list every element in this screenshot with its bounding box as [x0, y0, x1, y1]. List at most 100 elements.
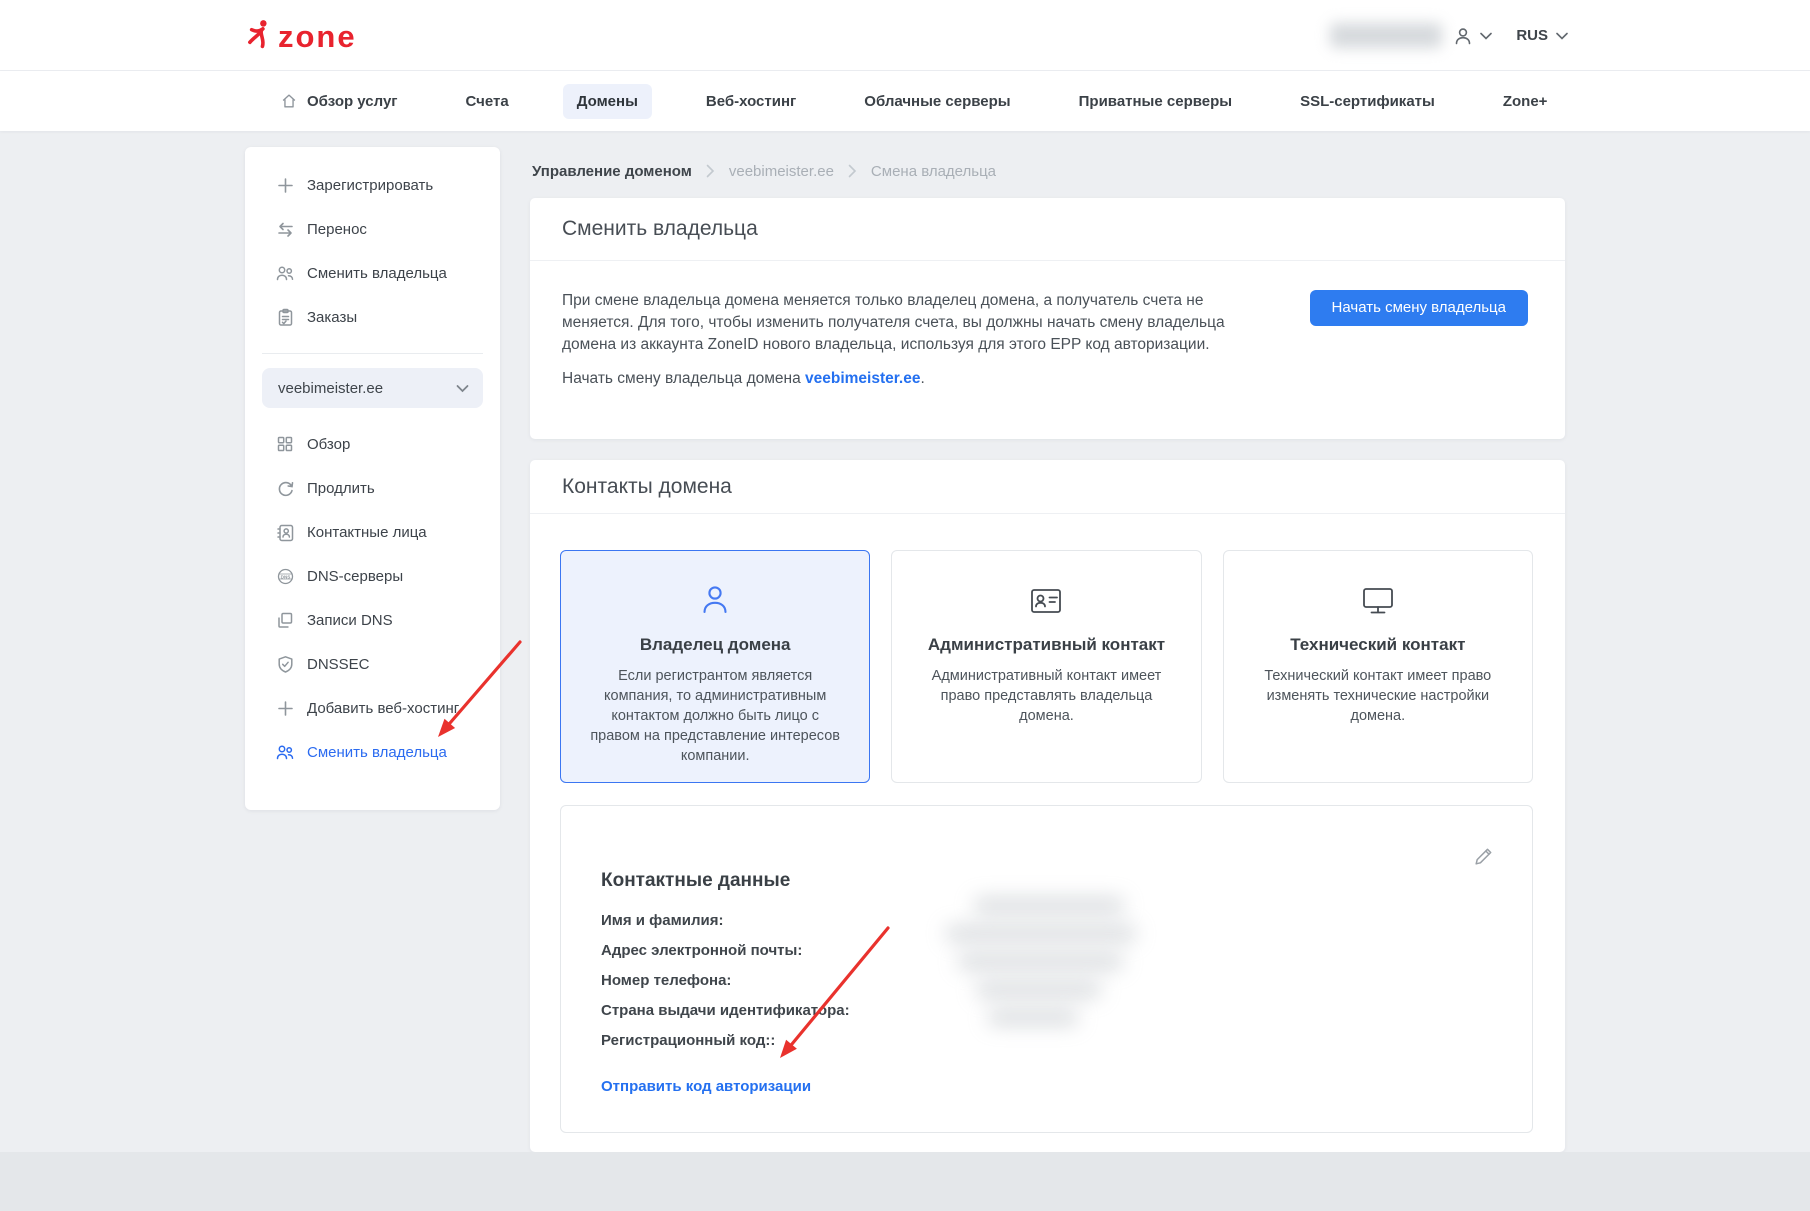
clipboard-icon [274, 307, 296, 328]
domain-selector[interactable]: veebimeister.ee [262, 368, 483, 408]
renew-icon [274, 478, 296, 499]
nav-web-hosting[interactable]: Веб-хостинг [692, 84, 810, 119]
contact-type-description: Технический контакт имеет право изменять… [1248, 666, 1508, 726]
shield-check-icon [274, 654, 296, 675]
sidebar-item-label: Контактные лица [307, 524, 427, 541]
contact-type-admin[interactable]: Административный контакт Административны… [891, 550, 1201, 783]
zone-logo[interactable]: zone [244, 0, 357, 71]
sidebar-item-label: Сменить владельца [307, 744, 447, 761]
people-icon [274, 262, 296, 284]
dns-globe-icon: DNS [274, 566, 296, 587]
sidebar-item-dns-records[interactable]: Записи DNS [245, 598, 500, 642]
plus-icon [274, 175, 296, 196]
contact-details-title: Контактные данные [601, 870, 1492, 892]
language-label: RUS [1516, 27, 1548, 44]
plus-icon [274, 698, 296, 719]
nav-label: Домены [577, 93, 638, 110]
sidebar-divider [262, 353, 483, 354]
contact-type-title: Технический контакт [1290, 635, 1465, 655]
sidebar-item-label: DNS-серверы [307, 568, 403, 585]
home-icon [280, 92, 298, 110]
sidebar-item-renew[interactable]: Продлить [245, 466, 500, 510]
blurred-value [976, 982, 1101, 997]
sidebar-item-label: Записи DNS [307, 612, 393, 629]
nav-label: Веб-хостинг [706, 93, 796, 110]
nav-zone-plus[interactable]: Zone+ [1489, 84, 1562, 119]
contact-type-tech[interactable]: Технический контакт Технический контакт … [1223, 550, 1533, 783]
nav-label: Счета [466, 93, 509, 110]
nav-label: Облачные серверы [864, 93, 1010, 110]
chevron-right-icon [706, 164, 715, 178]
contact-type-title: Административный контакт [928, 635, 1165, 655]
nav-label: Zone+ [1503, 93, 1548, 110]
sidebar-item-label: Заказы [307, 309, 357, 326]
selected-domain: veebimeister.ee [278, 380, 383, 397]
breadcrumb-change-owner: Смена владельца [871, 163, 996, 180]
copy-icon [274, 610, 296, 630]
page-bottom-strip [0, 1152, 1810, 1211]
language-switcher[interactable]: RUS [1516, 27, 1568, 44]
account-name-blurred [1330, 23, 1442, 48]
change-owner-card: Сменить владельца При смене владельца до… [530, 198, 1565, 439]
domain-link[interactable]: veebimeister.ee [805, 370, 920, 387]
change-owner-body: При смене владельца домена меняется толь… [530, 261, 1565, 388]
logo-wordmark: zone [278, 21, 357, 52]
main-navigation: Обзор услуг Счета Домены Веб-хостинг Обл… [0, 71, 1810, 131]
card-title: Сменить владельца [530, 198, 1565, 261]
monitor-icon [1359, 581, 1397, 621]
sidebar-item-dns-servers[interactable]: DNS DNS-серверы [245, 554, 500, 598]
send-auth-code-link[interactable]: Отправить код авторизации [601, 1078, 811, 1095]
main-content: Управление доменом veebimeister.ee Смена… [530, 131, 1565, 1152]
sidebar-item-label: Зарегистрировать [307, 177, 433, 194]
chevron-down-icon [1480, 32, 1492, 40]
top-header: zone RUS [0, 0, 1810, 71]
nav-services-overview[interactable]: Обзор услуг [266, 83, 412, 119]
account-menu[interactable] [1452, 25, 1492, 47]
person-icon [1452, 25, 1474, 47]
sidebar-item-change-owner[interactable]: Сменить владельца [245, 730, 500, 774]
nav-private-servers[interactable]: Приватные серверы [1065, 84, 1246, 119]
nav-ssl-certificates[interactable]: SSL-сертификаты [1286, 84, 1449, 119]
svg-text:DNS: DNS [280, 574, 290, 579]
breadcrumb: Управление доменом veebimeister.ee Смена… [532, 158, 1565, 184]
blurred-value [988, 1010, 1078, 1025]
domain-sidebar: Зарегистрировать Перенос Сменить владель… [245, 147, 500, 810]
sidebar-item-label: Продлить [307, 480, 375, 497]
sidebar-item-label: Добавить веб-хостинг [307, 700, 459, 717]
sidebar-item-add-web-hosting[interactable]: Добавить веб-хостинг [245, 686, 500, 730]
sidebar-item-register[interactable]: Зарегистрировать [245, 163, 500, 207]
nav-label: Приватные серверы [1079, 93, 1232, 110]
sidebar-item-label: DNSSEC [307, 656, 370, 673]
change-owner-action-line: Начать смену владельца домена veebimeist… [562, 370, 1565, 388]
sidebar-item-overview[interactable]: Обзор [245, 422, 500, 466]
contact-card-icon [274, 522, 296, 543]
sidebar-item-transfer[interactable]: Перенос [245, 207, 500, 251]
action-line-suffix: . [920, 370, 924, 387]
start-owner-change-button[interactable]: Начать смену владельца [1310, 290, 1528, 326]
sidebar-item-change-owner-top[interactable]: Сменить владельца [245, 251, 500, 295]
account-area: RUS [1330, 0, 1568, 71]
nav-label: SSL-сертификаты [1300, 93, 1435, 110]
domain-contacts-card: Контакты домена Владелец домена Если рег… [530, 460, 1565, 1152]
runner-icon [244, 18, 271, 54]
action-line-prefix: Начать смену владельца домена [562, 370, 805, 387]
nav-invoices[interactable]: Счета [452, 84, 523, 119]
change-owner-description: При смене владельца домена меняется толь… [562, 290, 1267, 356]
nav-cloud-servers[interactable]: Облачные серверы [850, 84, 1024, 119]
breadcrumb-domain[interactable]: veebimeister.ee [729, 163, 834, 180]
page: zone RUS [0, 0, 1810, 1211]
nav-domains[interactable]: Домены [563, 84, 652, 119]
chevron-right-icon [848, 164, 857, 178]
person-icon [696, 581, 734, 621]
contact-type-owner[interactable]: Владелец домена Если регистрантом являет… [560, 550, 870, 783]
sidebar-item-label: Перенос [307, 221, 367, 238]
contact-details-box: Контактные данные Имя и фамилия: Адрес э… [560, 805, 1533, 1133]
sidebar-item-orders[interactable]: Заказы [245, 295, 500, 339]
blurred-value [958, 954, 1123, 969]
sidebar-item-contact-persons[interactable]: Контактные лица [245, 510, 500, 554]
card-title: Контакты домена [530, 460, 1565, 514]
breadcrumb-domain-management[interactable]: Управление доменом [532, 163, 692, 180]
chevron-down-icon [456, 384, 469, 393]
sidebar-item-dnssec[interactable]: DNSSEC [245, 642, 500, 686]
pencil-icon[interactable] [1472, 846, 1494, 868]
